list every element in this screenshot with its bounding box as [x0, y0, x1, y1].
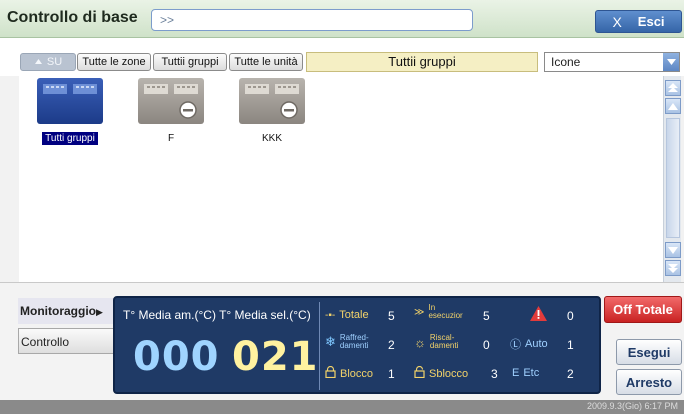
lock-value: 1	[388, 367, 395, 381]
tab-control-label: Controllo	[21, 335, 70, 349]
total-value: 5	[388, 309, 395, 323]
stat-cooling: ❄ Raffred- damenti	[325, 334, 369, 350]
monitoring-panel: T° Media am.(°C) T° Media sel.(°C) 000 0…	[113, 296, 601, 394]
exit-button[interactable]: X Esci	[595, 10, 682, 33]
up-label: SU	[46, 56, 63, 68]
execute-button[interactable]: Esegui	[616, 339, 682, 365]
etc-value: 2	[567, 367, 574, 381]
auto-icon: Ⓛ	[510, 339, 521, 351]
total-label: Totale	[339, 309, 369, 321]
etc-prefix: E	[512, 367, 520, 379]
unit-item-kkk[interactable]: KKK	[232, 78, 312, 145]
stat-running: ≫ In esecuzior	[414, 304, 463, 320]
unlock-value: 3	[491, 367, 498, 381]
group-off-icon	[138, 78, 204, 124]
sun-icon: ☼	[414, 334, 426, 350]
scroll-bottom-icon[interactable]	[665, 260, 681, 276]
scroll-top-icon[interactable]	[665, 80, 681, 96]
toolbar: SU Tutte le zone Tuttii gruppi Tutte le …	[0, 50, 684, 74]
unit-item-all-groups[interactable]: Tutti gruppi	[30, 78, 110, 145]
heating-label-line2: damenti	[429, 341, 459, 350]
snowflake-icon: ❄	[325, 334, 336, 349]
stat-lock: Blocco	[325, 365, 374, 381]
cooling-label: Raffred- damenti	[340, 334, 369, 350]
all-zones-button[interactable]: Tutte le zone	[77, 53, 151, 71]
stop-button[interactable]: Arresto	[616, 369, 682, 395]
view-mode-value: Icone	[551, 55, 581, 69]
fan-icon: ≫	[414, 306, 425, 318]
tab-control[interactable]: Controllo	[18, 328, 114, 354]
heating-label: Riscal- damenti	[430, 334, 458, 350]
unlock-label: Sblocco	[429, 367, 469, 380]
stat-heating: ☼ Riscal- damenti	[414, 334, 458, 350]
cooling-value: 2	[388, 338, 395, 352]
current-group-title: Tuttii gruppi	[306, 52, 538, 72]
up-button[interactable]: SU	[20, 53, 76, 71]
unit-label: Tutti gruppi	[42, 132, 98, 145]
navigation-path[interactable]: >>	[151, 9, 473, 31]
scroll-up-icon[interactable]	[665, 98, 681, 114]
scroll-track[interactable]	[666, 118, 680, 238]
app-title: Controllo di base	[7, 9, 138, 26]
exit-label: Esci	[637, 14, 665, 29]
chevron-down-icon[interactable]	[663, 53, 679, 71]
tab-monitoring-label: Monitoraggio	[20, 304, 96, 318]
unlock-icon	[414, 365, 425, 381]
running-label-line2: esecuzior	[428, 311, 463, 320]
close-icon: X	[612, 13, 622, 30]
tab-monitoring[interactable]: Monitoraggio▶	[18, 298, 114, 324]
total-icon: -▪-	[325, 309, 336, 321]
unit-grid: Tutti gruppi F KKK	[19, 76, 663, 282]
alarm-value: 0	[567, 309, 574, 323]
off-total-button[interactable]: Off Totale	[604, 296, 682, 323]
stat-total: -▪- Totale	[325, 309, 369, 321]
stat-etc: E Etc	[512, 367, 539, 379]
group-off-icon	[239, 78, 305, 124]
stat-unlock: Sblocco	[414, 365, 469, 381]
content-frame-left	[0, 76, 19, 288]
lock-icon	[325, 365, 336, 381]
unit-label: KKK	[261, 133, 282, 144]
avg-ambient-label: T° Media am.(°C)	[123, 308, 216, 322]
running-value: 5	[483, 309, 490, 323]
caret-right-icon: ▶	[95, 307, 103, 317]
title-bar: Controllo di base >> X Esci	[0, 0, 684, 38]
all-units-button[interactable]: Tutte le unità	[229, 53, 303, 71]
auto-value: 1	[567, 338, 574, 352]
all-groups-button[interactable]: Tuttii gruppi	[153, 53, 227, 71]
unit-label: F	[167, 133, 175, 144]
view-mode-select[interactable]: Icone	[544, 52, 680, 72]
panel-divider	[319, 302, 320, 390]
lock-label: Blocco	[340, 367, 374, 380]
scroll-down-icon[interactable]	[665, 242, 681, 258]
stat-auto: Ⓛ Auto	[510, 336, 548, 352]
alarm-icon	[530, 306, 547, 324]
temperature-labels: T° Media am.(°C) T° Media sel.(°C)	[123, 308, 311, 322]
group-icon	[37, 78, 103, 124]
avg-setpoint-value: 021	[232, 334, 319, 380]
avg-setpoint-label: T° Media sel.(°C)	[219, 308, 311, 322]
vertical-scrollbar[interactable]	[663, 76, 681, 282]
heating-value: 0	[483, 338, 490, 352]
avg-ambient-value: 000	[133, 334, 220, 380]
etc-label: Etc	[523, 367, 540, 379]
running-label: In esecuzior	[428, 304, 462, 320]
up-arrow-icon	[34, 58, 42, 64]
unit-item-f[interactable]: F	[131, 78, 211, 145]
datetime-display: 2009.9.3(Gio) 6:17 PM	[586, 401, 678, 411]
status-bar: 2009.9.3(Gio) 6:17 PM	[0, 400, 684, 414]
cooling-label-line2: damenti	[339, 341, 369, 350]
auto-label: Auto	[525, 338, 548, 350]
